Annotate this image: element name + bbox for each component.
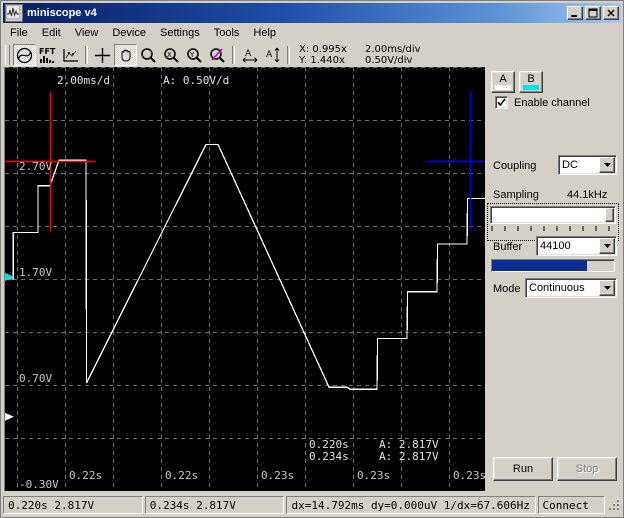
sampling-slider-track[interactable]: [490, 206, 616, 224]
toolbar-separator-1: [85, 46, 88, 64]
mode-value: Continuous: [529, 282, 585, 294]
volts-per-div-readout: 0.50V/div: [364, 55, 413, 66]
tab-channel-a[interactable]: A: [491, 71, 515, 93]
menu-file[interactable]: File: [3, 25, 35, 42]
buffer-select[interactable]: 44100: [536, 236, 617, 256]
window-title: miniscope v4: [27, 7, 97, 19]
status-bar: 0.220s 2.817V 0.234s 2.817V dx=14.792ms …: [3, 495, 621, 515]
enable-channel-checkbox[interactable]: [495, 96, 508, 109]
tab-channel-b-label: B: [527, 72, 535, 85]
buffer-progress-bar: [491, 259, 615, 272]
svg-text:Y: Y: [189, 51, 195, 59]
svg-text:X: X: [167, 51, 172, 59]
pan-hand-tool-icon[interactable]: [114, 44, 137, 66]
mode-select[interactable]: Continuous: [525, 278, 617, 298]
tab-channel-a-colorbar: [495, 85, 511, 90]
tab-channel-b-colorbar: [523, 85, 539, 90]
xy-view-icon[interactable]: [59, 44, 82, 66]
svg-text:2.00ms/d: 2.00ms/d: [57, 74, 110, 87]
svg-text:A: A: [245, 49, 252, 59]
menu-help[interactable]: Help: [246, 25, 283, 42]
status-delta: dx=14.792ms dy=0.000uV 1/dx=67.606Hz: [286, 496, 536, 514]
svg-text:A: 0.50V/d: A: 0.50V/d: [163, 74, 229, 87]
chevron-down-icon[interactable]: [599, 280, 615, 296]
buffer-label: Buffer: [493, 241, 523, 253]
svg-text:0.70V: 0.70V: [19, 372, 52, 385]
svg-text:FFT: FFT: [39, 47, 56, 56]
minimize-button[interactable]: [567, 6, 583, 20]
menu-tools[interactable]: Tools: [207, 25, 247, 42]
menu-bar: File Edit View Device Settings Tools Hel…: [3, 24, 621, 43]
autoscale-x-icon[interactable]: A: [238, 44, 261, 66]
toolbar-separator-3: [287, 46, 290, 64]
status-cursor-b: 0.234s 2.817V: [144, 496, 285, 514]
resize-grip-icon[interactable]: [607, 498, 621, 512]
buffer-progress-fill: [492, 260, 588, 271]
app-icon: [5, 4, 23, 22]
zoom-tool-icon[interactable]: [137, 44, 160, 66]
zoom-readout-y: Y: 1.440x: [299, 55, 345, 66]
svg-text:0.234s: 0.234s: [309, 450, 349, 463]
svg-text:-0.30V: -0.30V: [19, 478, 59, 491]
svg-text:0.23s: 0.23s: [261, 469, 294, 482]
stop-button: Stop: [557, 457, 617, 481]
sampling-slider-thumb[interactable]: [605, 208, 614, 222]
svg-text:0.23s: 0.23s: [453, 469, 485, 482]
sampling-slider-ticks: [491, 226, 610, 231]
toolbar-grip[interactable]: [5, 45, 10, 65]
zoom-y-tool-icon[interactable]: Y: [183, 44, 206, 66]
close-button[interactable]: [603, 6, 619, 20]
chevron-down-icon[interactable]: [599, 238, 615, 254]
enable-channel-label: Enable channel: [514, 96, 590, 109]
scope-view-icon[interactable]: [13, 44, 36, 66]
scope-plot[interactable]: 3.70V2.70V1.70V0.70V-0.30V0.22s0.22s0.23…: [4, 67, 485, 491]
coupling-label: Coupling: [493, 160, 537, 172]
tool-bar: FFT X Y A A X: 0.995x Y: 1.440x 2.00ms/d…: [3, 43, 621, 68]
maximize-button[interactable]: [585, 6, 601, 20]
crosshair-tool-icon[interactable]: [91, 44, 114, 66]
scope-canvas[interactable]: 3.70V2.70V1.70V0.70V-0.30V0.22s0.22s0.23…: [5, 67, 485, 491]
zoom-readout: X: 0.995x Y: 1.440x: [299, 44, 347, 66]
enable-channel-row[interactable]: Enable channel: [495, 96, 590, 109]
svg-text:1.70V: 1.70V: [19, 266, 52, 279]
tab-channel-b[interactable]: B: [519, 71, 543, 93]
svg-text:A: A: [266, 50, 273, 60]
buffer-value: 44100: [540, 240, 571, 252]
fft-view-icon[interactable]: FFT: [36, 44, 59, 66]
mode-label: Mode: [493, 283, 521, 295]
status-cursor-a: 0.220s 2.817V: [3, 496, 143, 514]
chevron-down-icon[interactable]: [599, 157, 615, 173]
title-bar: miniscope v4: [3, 3, 621, 23]
app-window: miniscope v4 File Edit View Device Setti…: [0, 0, 624, 518]
svg-text:A: 2.817V: A: 2.817V: [379, 450, 439, 463]
tab-channel-a-label: A: [499, 72, 507, 85]
sampling-value: 44.1kHz: [567, 189, 608, 201]
status-connection: Connect: [537, 496, 606, 514]
coupling-select[interactable]: DC: [558, 155, 617, 175]
scale-readout: 2.00ms/div 0.50V/div: [365, 44, 421, 66]
coupling-value: DC: [562, 159, 578, 171]
zoom-reset-tool-icon[interactable]: [206, 44, 229, 66]
menu-device[interactable]: Device: [105, 25, 153, 42]
toolbar-separator-2: [232, 46, 235, 64]
menu-view[interactable]: View: [68, 25, 106, 42]
svg-text:0.22s: 0.22s: [69, 469, 102, 482]
svg-text:0.23s: 0.23s: [357, 469, 390, 482]
svg-text:2.70V: 2.70V: [19, 160, 52, 173]
zoom-x-tool-icon[interactable]: X: [160, 44, 183, 66]
svg-text:0.22s: 0.22s: [165, 469, 198, 482]
run-button[interactable]: Run: [493, 457, 553, 481]
zoom-readout-x: X: 0.995x: [299, 44, 347, 55]
time-per-div-readout: 2.00ms/div: [364, 44, 421, 55]
sampling-label: Sampling: [493, 189, 539, 201]
autoscale-y-icon[interactable]: A: [261, 44, 284, 66]
menu-settings[interactable]: Settings: [153, 25, 207, 42]
channel-panel: A B Enable channel Coupling DC Sampling …: [485, 67, 621, 491]
menu-edit[interactable]: Edit: [35, 25, 68, 42]
window-controls: [567, 6, 619, 20]
